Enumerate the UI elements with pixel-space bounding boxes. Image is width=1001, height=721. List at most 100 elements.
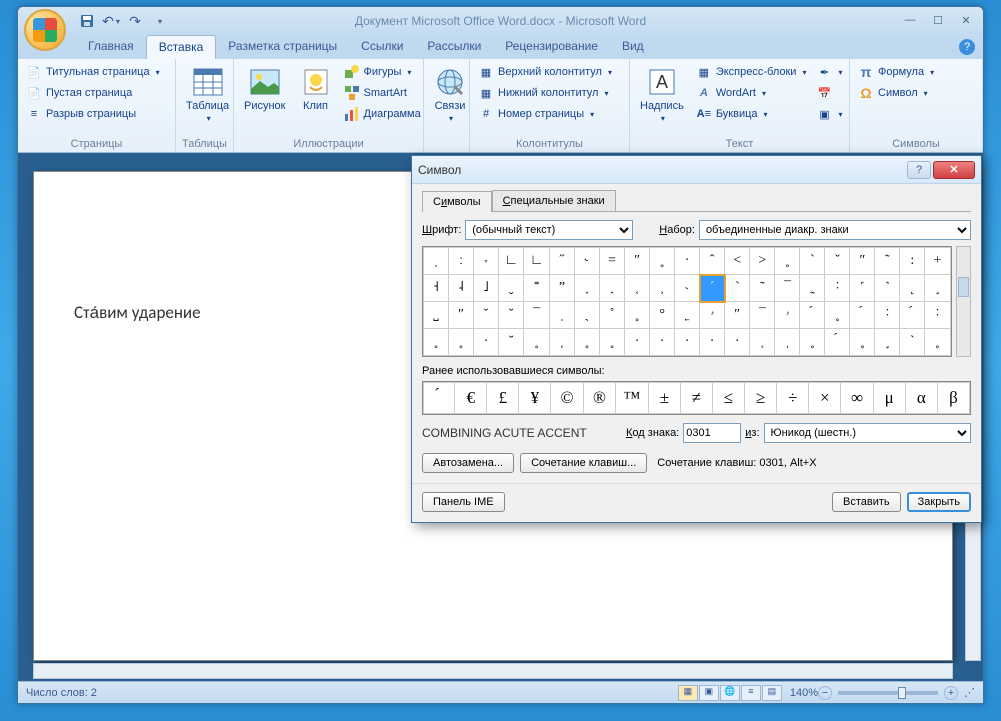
office-button[interactable]	[24, 9, 66, 51]
char-cell[interactable]: ˯	[575, 275, 600, 302]
char-cell[interactable]: ·	[650, 329, 675, 356]
smartart-button[interactable]: SmartArt	[340, 83, 425, 103]
char-cell[interactable]: ¯	[750, 302, 775, 329]
fullscreen-view[interactable]: ▣	[699, 685, 719, 701]
help-icon[interactable]: ?	[959, 39, 975, 55]
tab-Вставка[interactable]: Вставка	[146, 35, 217, 59]
char-cell[interactable]: ˳	[625, 302, 650, 329]
recent-char-cell[interactable]: ×	[809, 383, 841, 414]
recent-char-cell[interactable]: ≥	[745, 383, 777, 414]
char-cell[interactable]: ˋ	[725, 275, 750, 302]
recent-char-cell[interactable]: ¥	[519, 383, 551, 414]
maximize-button[interactable]: ☐	[925, 11, 951, 29]
close-button[interactable]: Закрыть	[907, 492, 971, 512]
ime-panel-button[interactable]: Панель IME	[422, 492, 505, 512]
char-cell[interactable]: ″	[850, 248, 875, 275]
encoding-combo[interactable]: Юникод (шестн.)	[764, 423, 971, 443]
datetime-button[interactable]: 📅	[812, 83, 846, 103]
recent-char-cell[interactable]: €	[455, 383, 487, 414]
recent-char-cell[interactable]: ∞	[841, 383, 873, 414]
char-cell[interactable]: ″	[625, 248, 650, 275]
char-cell[interactable]: ˳	[800, 329, 825, 356]
redo-icon[interactable]: ↷	[124, 10, 146, 32]
recent-char-cell[interactable]: ́	[424, 383, 455, 414]
web-view[interactable]: 🌐	[720, 685, 740, 701]
char-cell[interactable]: ˳	[850, 329, 875, 356]
char-cell[interactable]: ˼	[925, 275, 950, 302]
autocorrect-button[interactable]: Автозамена...	[422, 453, 514, 473]
char-cell[interactable]: ˽	[424, 302, 449, 329]
char-code-input[interactable]	[683, 423, 741, 443]
minimize-button[interactable]: —	[897, 11, 923, 29]
char-cell[interactable]: ˨	[449, 275, 474, 302]
char-cell[interactable]: ¯	[775, 275, 800, 302]
char-cell[interactable]: ˱	[625, 275, 650, 302]
horizontal-scrollbar[interactable]	[33, 663, 953, 679]
char-cell[interactable]: ˇ	[474, 302, 499, 329]
tab-symbols[interactable]: Символы	[422, 191, 492, 212]
recent-char-cell[interactable]: ÷	[777, 383, 809, 414]
char-cell[interactable]: ·	[700, 329, 725, 356]
zoom-in-button[interactable]: +	[944, 686, 958, 700]
insert-button[interactable]: Вставить	[832, 492, 901, 512]
textbox-button[interactable]: AНадпись▾	[634, 62, 690, 127]
tab-special-chars[interactable]: Специальные знаки	[492, 190, 616, 211]
char-cell[interactable]: ˳	[825, 302, 850, 329]
char-cell[interactable]: ˕	[474, 248, 499, 275]
tab-Вид[interactable]: Вид	[610, 35, 656, 59]
object-button[interactable]: ▣▾	[812, 104, 846, 124]
char-cell[interactable]: ˚	[599, 302, 624, 329]
char-cell[interactable]: ˜	[750, 275, 775, 302]
char-cell[interactable]: ˼	[875, 329, 900, 356]
char-cell[interactable]: ˎ	[575, 302, 600, 329]
char-cell[interactable]: ˌ	[424, 248, 449, 275]
qat-customize-icon[interactable]: ▾	[148, 10, 170, 32]
signature-button[interactable]: ✒▾	[812, 62, 846, 82]
outline-view[interactable]: ≡	[741, 685, 761, 701]
char-cell[interactable]: ˳	[449, 329, 474, 356]
char-cell[interactable]: ·	[725, 329, 750, 356]
char-cell[interactable]: ˳	[650, 248, 675, 275]
char-cell[interactable]: ˸	[825, 275, 850, 302]
save-icon[interactable]	[76, 10, 98, 32]
recent-char-cell[interactable]: β	[937, 383, 969, 414]
char-cell[interactable]: ∟	[499, 248, 524, 275]
char-cell[interactable]: ˻	[900, 275, 925, 302]
links-button[interactable]: Связи▾	[428, 62, 472, 127]
char-cell[interactable]: ˱	[549, 329, 574, 356]
char-cell[interactable]: ˷	[800, 275, 825, 302]
recent-char-cell[interactable]: ≠	[680, 383, 712, 414]
char-cell[interactable]: ˜	[875, 248, 900, 275]
char-cell[interactable]: ″	[725, 302, 750, 329]
char-cell[interactable]: ·	[675, 248, 700, 275]
dropcap-button[interactable]: A≡Буквица▾	[692, 104, 811, 124]
char-cell[interactable]: ˘	[499, 302, 524, 329]
close-window-button[interactable]: ✕	[953, 11, 979, 29]
dialog-close-button[interactable]: ✕	[933, 161, 975, 179]
font-combo[interactable]: (обычный текст)	[465, 220, 633, 240]
footer-button[interactable]: ▦Нижний колонтитул▾	[474, 83, 616, 103]
char-cell[interactable]: >	[750, 248, 775, 275]
char-cell[interactable]: ˝	[549, 248, 574, 275]
char-cell[interactable]: ˭	[524, 275, 549, 302]
clip-button[interactable]: Клип	[294, 62, 338, 116]
blank-page-button[interactable]: 📄Пустая страница	[22, 83, 164, 103]
tab-Рассылки[interactable]: Рассылки	[415, 35, 493, 59]
word-count[interactable]: Число слов: 2	[26, 687, 97, 699]
grid-scrollbar[interactable]	[956, 246, 971, 357]
char-cell[interactable]: ˸	[875, 302, 900, 329]
char-cell[interactable]: ́	[900, 302, 925, 329]
char-cell[interactable]: <	[725, 248, 750, 275]
char-cell[interactable]: °	[650, 302, 675, 329]
recent-char-cell[interactable]: ≤	[713, 383, 745, 414]
char-cell[interactable]: ˆ	[700, 248, 725, 275]
tab-Ссылки[interactable]: Ссылки	[349, 35, 415, 59]
page-break-button[interactable]: ≡Разрыв страницы	[22, 104, 164, 124]
char-cell[interactable]: ˳	[599, 329, 624, 356]
char-cell[interactable]: ·	[675, 329, 700, 356]
char-cell[interactable]: ¯	[524, 302, 549, 329]
char-cell[interactable]: ˱	[750, 329, 775, 356]
tab-Главная[interactable]: Главная	[76, 35, 146, 59]
char-cell[interactable]: ˊ	[700, 275, 725, 302]
character-grid[interactable]: ˌː˕∟∟˝˞=″˳·ˆ<>˳`ˇ″˜:+˧˨˩ˬ˭ˮ˯˰˱˲˴ˊˋ˜¯˷˸˹˺…	[422, 246, 952, 357]
